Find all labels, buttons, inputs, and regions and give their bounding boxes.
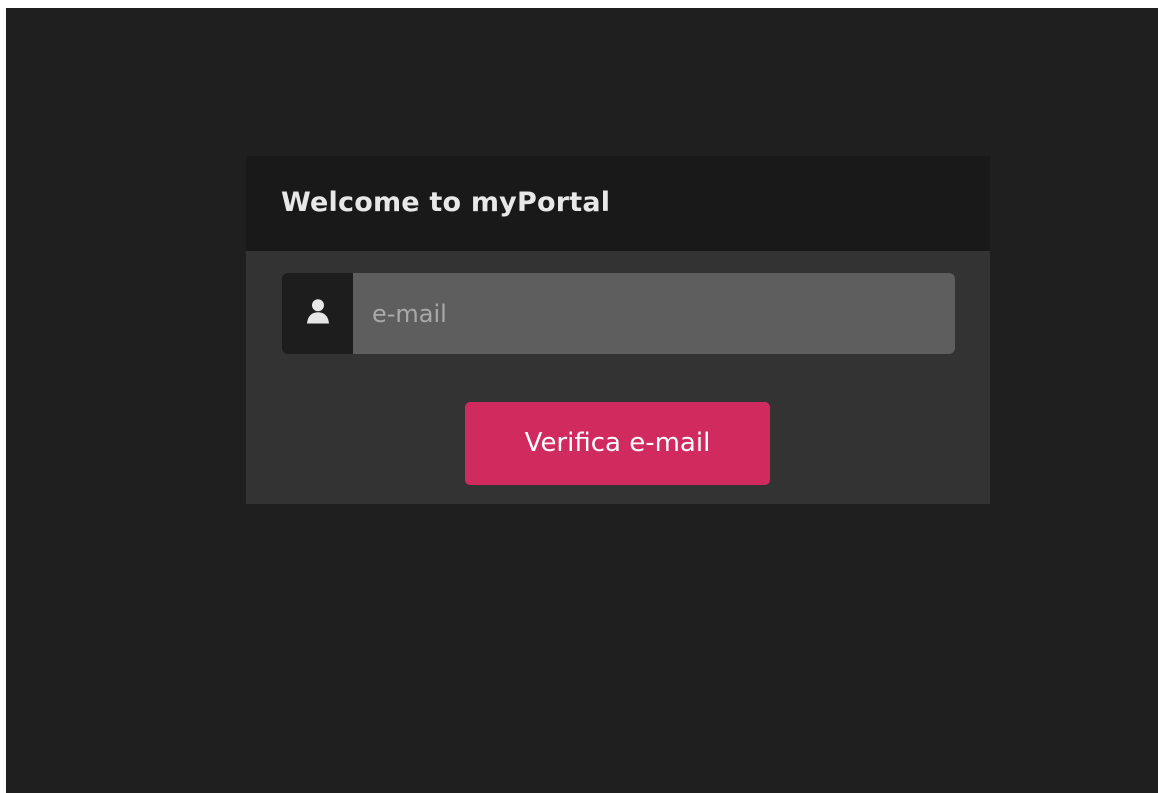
email-field[interactable] (353, 273, 955, 354)
page-title: Welcome to myPortal (281, 187, 611, 218)
login-card: Welcome to myPortal Verifica e-mail (246, 156, 990, 504)
login-card-header: Welcome to myPortal (246, 156, 990, 251)
login-screen: Welcome to myPortal Verifica e-mail (6, 8, 1158, 793)
user-icon (303, 297, 333, 331)
email-input-group (282, 273, 955, 354)
verify-email-button[interactable]: Verifica e-mail (465, 402, 770, 485)
email-addon (282, 273, 353, 354)
